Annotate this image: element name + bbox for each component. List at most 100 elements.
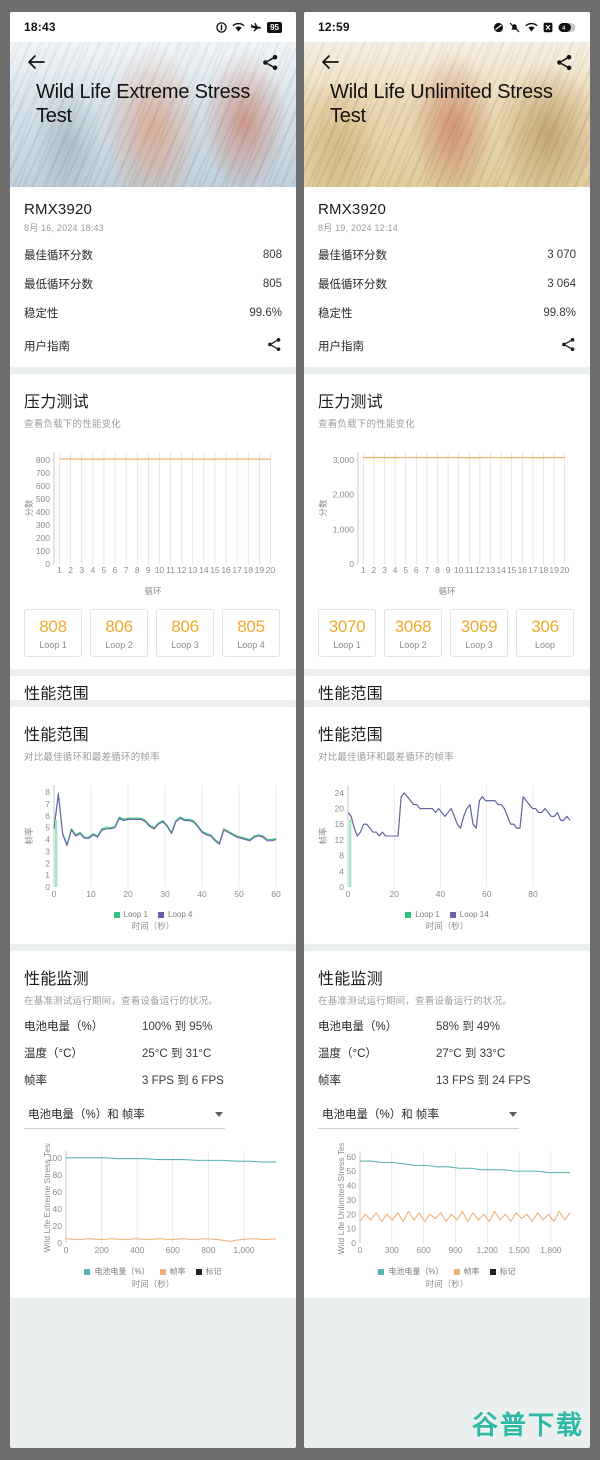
share-button[interactable] xyxy=(552,50,576,74)
share-icon[interactable] xyxy=(267,337,282,355)
monitor-row: 温度（°C） 25°C 到 31°C xyxy=(24,1045,282,1061)
loop-chip[interactable]: 306 Loop xyxy=(516,609,574,657)
loop-label: Loop 2 xyxy=(399,640,427,650)
legend-swatch xyxy=(453,1268,460,1275)
user-guide-row[interactable]: 用户指南 xyxy=(24,337,282,355)
phone-screenshot-right: 12:59 4 Wild Life Unlimited Stress Test … xyxy=(304,12,590,1448)
metric-select[interactable]: 电池电量（%）和 帧率 xyxy=(318,1102,520,1129)
summary-card: RMX3920 8月 19, 2024 12:14 最佳循环分数 3 070 最… xyxy=(304,187,590,367)
svg-text:80: 80 xyxy=(528,889,538,899)
metric-select[interactable]: 电池电量（%）和 帧率 xyxy=(24,1102,226,1129)
loop-score: 806 xyxy=(171,617,199,636)
section-title-peek: 性能范围 xyxy=(24,686,89,700)
svg-text:500: 500 xyxy=(36,494,50,504)
svg-text:0: 0 xyxy=(346,889,351,899)
monitor-row: 电池电量（%） 100% 到 95% xyxy=(24,1018,282,1034)
section-title: 压力测试 xyxy=(24,394,89,411)
back-button[interactable] xyxy=(24,50,48,74)
svg-text:6: 6 xyxy=(414,565,419,575)
loop-chip[interactable]: 3069 Loop 3 xyxy=(450,609,508,657)
svg-text:60: 60 xyxy=(53,1187,63,1197)
wifi-icon xyxy=(232,22,245,33)
svg-text:50: 50 xyxy=(234,889,244,899)
legend-label: 电池电量（%） xyxy=(94,1267,150,1276)
svg-text:300: 300 xyxy=(36,520,50,530)
loop-score-list[interactable]: 808 Loop 1 806 Loop 2 806 Loop 3 805 Loo… xyxy=(24,609,282,657)
svg-text:4: 4 xyxy=(562,25,566,32)
loop-chip[interactable]: 806 Loop 2 xyxy=(90,609,148,657)
svg-text:16: 16 xyxy=(221,565,231,575)
loop-chip[interactable]: 805 Loop 4 xyxy=(222,609,280,657)
stress-chart: 1 2 3 4 5 6 7 8 9 10 11 12 13 14 15 16 17 18 19 20 0 100 200 30… xyxy=(24,444,282,597)
summary-value: 3 064 xyxy=(547,278,576,290)
svg-text:0: 0 xyxy=(45,559,50,569)
svg-text:2: 2 xyxy=(68,565,73,575)
summary-label: 最佳循环分数 xyxy=(318,250,387,262)
hero-title: Wild Life Unlimited Stress Test xyxy=(330,81,553,128)
svg-text:8: 8 xyxy=(135,565,140,575)
svg-text:0: 0 xyxy=(45,882,50,892)
svg-text:40: 40 xyxy=(347,1181,357,1191)
share-icon[interactable] xyxy=(561,337,576,355)
svg-text:40: 40 xyxy=(436,889,446,899)
loop-chip[interactable]: 808 Loop 1 xyxy=(24,609,82,657)
loop-chip[interactable]: 806 Loop 3 xyxy=(156,609,214,657)
svg-text:8: 8 xyxy=(339,851,344,861)
hero-banner-right: Wild Life Unlimited Stress Test xyxy=(304,42,590,187)
stress-test-card: 压力测试 查看负载下的性能变化 1 2 3 4 5 6 7 8 9 10 11 12 13 14 15 16 1… xyxy=(304,374,590,669)
svg-text:Wild Life Unlimited Stress Tes: Wild Life Unlimited Stress Test xyxy=(336,1143,346,1254)
status-clock: 12:59 xyxy=(318,20,350,34)
monitor-value: 25°C 到 31°C xyxy=(142,1048,212,1060)
back-button[interactable] xyxy=(318,50,342,74)
svg-text:15: 15 xyxy=(507,565,517,575)
svg-text:15: 15 xyxy=(210,565,220,575)
svg-text:2,000: 2,000 xyxy=(333,490,355,500)
loop-chip[interactable]: 3070 Loop 1 xyxy=(318,609,376,657)
section-title: 性能监测 xyxy=(318,971,383,988)
section-title: 压力测试 xyxy=(318,394,383,411)
summary-value: 805 xyxy=(262,278,282,290)
watermark: 谷普下载 xyxy=(471,1410,584,1440)
svg-text:5: 5 xyxy=(45,823,50,833)
svg-text:600: 600 xyxy=(36,481,50,491)
user-guide-row[interactable]: 用户指南 xyxy=(318,337,576,355)
chevron-down-icon xyxy=(215,1111,224,1117)
performance-range-card-peek: 性能范围 xyxy=(304,676,590,700)
svg-text:4: 4 xyxy=(393,565,398,575)
wifi-icon xyxy=(525,22,538,33)
svg-text:400: 400 xyxy=(130,1245,144,1255)
svg-text:12: 12 xyxy=(475,565,485,575)
user-guide-label: 用户指南 xyxy=(24,341,70,353)
svg-text:14: 14 xyxy=(496,565,506,575)
monitor-chart: 0 300 600 900 1,200 1,500 1,800 0 10 20 30 40 50 60 Wi… xyxy=(318,1143,576,1290)
range-chart: 0 10 20 30 40 50 60 0 1 2 3 4 5 6 7 8 帧率 Loop 1 Loop 4 时… xyxy=(24,777,282,932)
svg-text:3: 3 xyxy=(45,846,50,856)
loop-chip[interactable]: 3068 Loop 2 xyxy=(384,609,442,657)
legend-swatch xyxy=(449,911,456,918)
svg-text:700: 700 xyxy=(36,468,50,478)
content-scroll-right[interactable]: RMX3920 8月 19, 2024 12:14 最佳循环分数 3 070 最… xyxy=(304,187,590,1448)
summary-row: 稳定性 99.8% xyxy=(318,305,576,321)
loop-score-list[interactable]: 3070 Loop 1 3068 Loop 2 3069 Loop 3 306 … xyxy=(318,609,576,657)
svg-text:40: 40 xyxy=(197,889,207,899)
loop-score: 808 xyxy=(39,617,67,636)
svg-text:60: 60 xyxy=(271,889,281,899)
svg-text:2: 2 xyxy=(45,858,50,868)
svg-text:17: 17 xyxy=(232,565,242,575)
svg-text:1,500: 1,500 xyxy=(508,1245,530,1255)
svg-text:50: 50 xyxy=(347,1166,357,1176)
svg-text:19: 19 xyxy=(255,565,265,575)
content-scroll-left[interactable]: RMX3920 8月 16, 2024 18:43 最佳循环分数 808 最低循… xyxy=(10,187,296,1448)
svg-text:7: 7 xyxy=(425,565,430,575)
legend-item: Loop 4 xyxy=(158,910,192,919)
svg-text:20: 20 xyxy=(123,889,133,899)
legend-label: 标记 xyxy=(205,1267,222,1276)
legend-label: Loop 4 xyxy=(168,910,193,919)
svg-text:8: 8 xyxy=(435,565,440,575)
svg-text:40: 40 xyxy=(53,1204,63,1214)
share-button[interactable] xyxy=(258,50,282,74)
svg-text:400: 400 xyxy=(36,507,50,517)
sim-off-icon xyxy=(543,22,553,33)
svg-text:帧率: 帧率 xyxy=(318,827,328,845)
battery-icon: 95 xyxy=(267,21,282,33)
